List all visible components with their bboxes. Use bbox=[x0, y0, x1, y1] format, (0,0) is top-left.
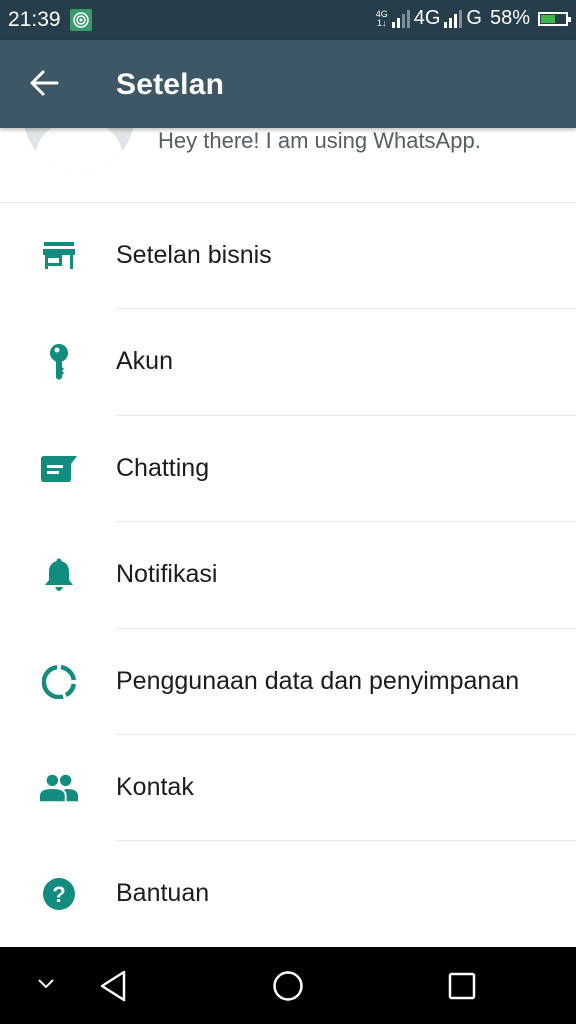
network2-label: G bbox=[466, 7, 482, 29]
menu-item-label: Penggunaan data dan penyimpanan bbox=[116, 666, 520, 695]
nav-back-icon[interactable] bbox=[98, 969, 128, 1003]
menu-item-label: Kontak bbox=[116, 772, 194, 801]
app-bar: Setelan bbox=[0, 40, 576, 128]
status-indicators: 4G 1↓ 4G G 58% bbox=[375, 7, 571, 30]
status-bar: 21:39 4G 1↓ 4G G 58% bbox=[0, 0, 576, 40]
help-icon: ? bbox=[40, 877, 78, 911]
profile-status: Hey there! I am using WhatsApp. bbox=[158, 128, 481, 153]
nav-recents-icon[interactable] bbox=[447, 971, 477, 1001]
network1-label: 4G bbox=[413, 7, 441, 29]
store-icon bbox=[40, 239, 78, 273]
signal-icon bbox=[391, 9, 410, 28]
menu-item-business-settings[interactable]: Setelan bisnis bbox=[0, 203, 576, 310]
menu-item-help[interactable]: ? Bantuan bbox=[0, 841, 576, 947]
nav-home-icon[interactable] bbox=[271, 969, 305, 1003]
bell-icon bbox=[40, 558, 78, 592]
menu-item-account[interactable]: Akun bbox=[0, 309, 576, 416]
menu-item-label: Chatting bbox=[116, 453, 210, 482]
status-time: 21:39 bbox=[8, 8, 61, 31]
svg-text:?: ? bbox=[52, 882, 65, 907]
menu-item-label: Notifikasi bbox=[116, 560, 218, 589]
menu-item-chats[interactable]: Chatting bbox=[0, 416, 576, 523]
hotspot-notification-icon bbox=[70, 9, 92, 31]
chat-icon bbox=[40, 452, 78, 486]
data-usage-icon bbox=[40, 664, 78, 699]
people-icon bbox=[40, 771, 78, 805]
menu-item-label: Akun bbox=[116, 347, 173, 376]
menu-item-data-storage[interactable]: Penggunaan data dan penyimpanan bbox=[0, 629, 576, 735]
profile-section[interactable]: Hey there! I am using WhatsApp. bbox=[0, 62, 576, 203]
signal-icon bbox=[444, 9, 463, 28]
battery-percent: 58% bbox=[489, 7, 530, 29]
page-title: Setelan bbox=[116, 68, 225, 101]
menu-item-label: Setelan bisnis bbox=[116, 241, 272, 269]
key-icon bbox=[40, 344, 78, 381]
settings-menu: Setelan bisnis Akun Chatting Notifikasi … bbox=[0, 203, 576, 948]
navigation-bar bbox=[0, 947, 576, 1024]
chevron-down-icon[interactable] bbox=[36, 977, 56, 991]
back-button[interactable] bbox=[26, 66, 64, 102]
network-type-icon: 4G 1↓ bbox=[375, 8, 388, 28]
menu-item-label: Bantuan bbox=[116, 879, 210, 908]
arrow-left-icon bbox=[30, 70, 59, 96]
menu-item-contacts[interactable]: Kontak bbox=[0, 735, 576, 842]
battery-icon bbox=[538, 11, 571, 26]
menu-item-notifications[interactable]: Notifikasi bbox=[0, 522, 576, 629]
